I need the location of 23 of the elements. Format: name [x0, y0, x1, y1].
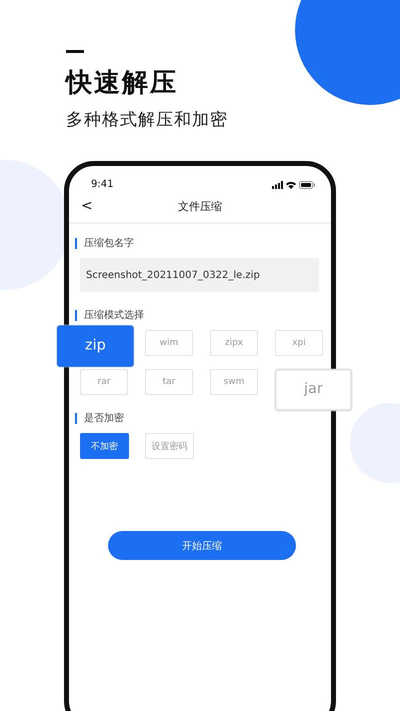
format-option[interactable]: rar: [80, 369, 128, 395]
back-button[interactable]: <: [77, 198, 97, 214]
status-time: 9:41: [91, 179, 114, 190]
headline: 快速解压: [66, 67, 179, 100]
encryption-option[interactable]: 不加密: [80, 433, 129, 459]
format-option[interactable]: wim: [145, 330, 193, 356]
encryption-option[interactable]: 设置密码: [145, 433, 194, 459]
battery-icon: [299, 180, 315, 188]
filename-field[interactable]: Screenshot_20211007_0322_le.zip: [80, 258, 319, 292]
wifi-icon: [286, 180, 296, 188]
signal-icon: [272, 180, 283, 188]
section-label: 压缩包名字: [84, 236, 134, 250]
section-label: 压缩模式选择: [84, 308, 144, 322]
format-option[interactable]: xpi: [275, 330, 323, 356]
subtitle: 多种格式解压和加密: [66, 109, 229, 131]
screen-title: 文件压缩: [178, 200, 222, 212]
format-option[interactable]: zip: [56, 325, 134, 367]
section-label: 是否加密: [84, 412, 124, 425]
format-option[interactable]: tar: [145, 369, 193, 395]
format-option[interactable]: zipx: [210, 330, 258, 356]
format-option[interactable]: jar: [275, 369, 352, 411]
format-option[interactable]: swm: [210, 369, 258, 395]
start-compress-button[interactable]: 开始压缩: [108, 531, 296, 560]
